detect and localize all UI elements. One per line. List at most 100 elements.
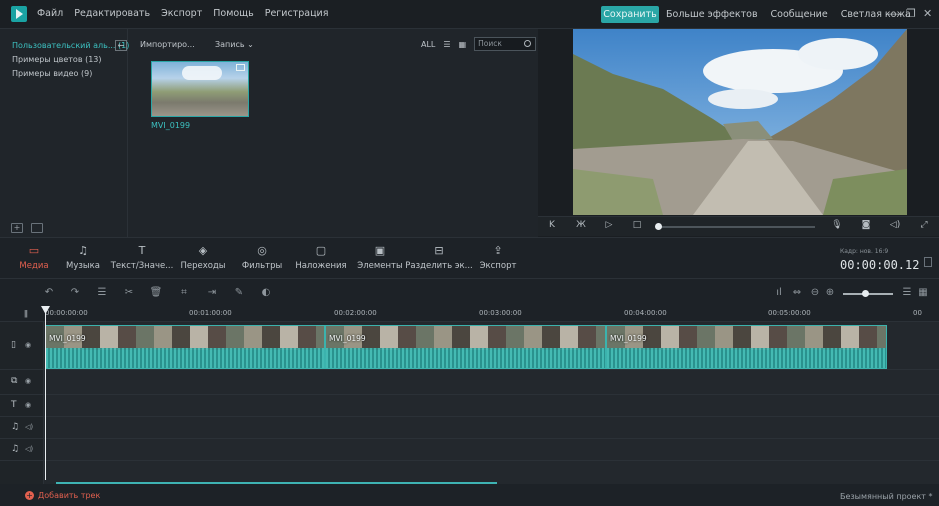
menu-file[interactable]: Файл bbox=[37, 8, 63, 19]
video-camera-icon bbox=[236, 64, 245, 71]
add-track-label: Добавить трек bbox=[38, 491, 101, 500]
add-folder-icon[interactable]: + bbox=[11, 223, 23, 233]
preview-panel: K Ж ▷ □ 🎙 ◙ ◁) ⤢ bbox=[538, 29, 939, 237]
ruler-tick: 00:02:00:00 bbox=[334, 309, 377, 317]
message-link[interactable]: Сообщение bbox=[771, 9, 828, 20]
skip-back-icon[interactable]: K bbox=[545, 220, 559, 230]
audio-mixer-icon[interactable]: ◐ bbox=[259, 287, 273, 298]
timecode-options-icon[interactable] bbox=[924, 257, 932, 267]
microphone-icon[interactable]: 🎙 bbox=[830, 220, 844, 230]
color-picker-icon[interactable]: ✎ bbox=[232, 287, 246, 298]
crop-icon[interactable]: ⌗ bbox=[177, 287, 191, 298]
aspect-ratio-label: Кадр: нов. 16:9 bbox=[840, 248, 889, 255]
eye-icon[interactable]: ◉ bbox=[25, 401, 31, 409]
delete-icon[interactable]: 🗑 bbox=[149, 287, 163, 298]
more-effects-link[interactable]: Больше эффектов bbox=[666, 9, 758, 20]
timeline-toolbar: ↶ ↷ ☰ ✂ 🗑 ⌗ ⇥ ✎ ◐ ıl ⇔ ⊖ ⊕ ☰ ▦ bbox=[0, 280, 939, 306]
minimize-icon[interactable]: — bbox=[888, 8, 899, 20]
fit-timeline-icon[interactable]: ⇔ bbox=[790, 287, 804, 298]
stop-icon[interactable]: □ bbox=[630, 220, 644, 230]
media-thumbnail[interactable] bbox=[151, 61, 249, 117]
playhead[interactable] bbox=[45, 306, 46, 480]
app-logo-icon bbox=[11, 6, 27, 22]
video-editor-window: Файл Редактировать Экспорт Помощь Регист… bbox=[0, 0, 939, 506]
tool-overlays-label: Наложения bbox=[295, 261, 347, 271]
play-icon[interactable]: ▷ bbox=[602, 220, 616, 230]
tool-text[interactable]: T Текст/Значе... bbox=[107, 244, 177, 271]
media-library: Пользовательский аль... (1) ← Примеры цв… bbox=[0, 29, 538, 237]
timeline-scrollbar[interactable] bbox=[56, 482, 497, 484]
tool-filters-label: Фильтры bbox=[241, 261, 283, 271]
eye-icon[interactable]: ◉ bbox=[25, 377, 31, 385]
zoom-slider[interactable] bbox=[843, 290, 893, 297]
save-button[interactable]: Сохранить bbox=[601, 6, 659, 23]
text-icon: T bbox=[138, 244, 146, 257]
folder-icon[interactable] bbox=[31, 223, 43, 233]
zoom-in-icon[interactable]: ⊕ bbox=[823, 287, 837, 298]
speaker-icon[interactable]: ◁) bbox=[25, 423, 33, 431]
image-icon: ▣ bbox=[374, 244, 386, 257]
chevron-down-icon: ⌄ bbox=[247, 40, 254, 49]
scrubber-knob[interactable] bbox=[655, 223, 662, 230]
split-icon[interactable]: ⇥ bbox=[205, 287, 219, 298]
menu-register[interactable]: Регистрация bbox=[265, 8, 329, 19]
volume-icon[interactable]: ◁) bbox=[888, 220, 902, 230]
timeline-clip[interactable]: MVI_0199 bbox=[45, 325, 325, 369]
add-track-button[interactable]: + Добавить трек bbox=[25, 491, 100, 500]
timeline-clip[interactable]: MVI_0199 bbox=[325, 325, 606, 369]
clip-frames bbox=[46, 326, 324, 350]
menu-edit[interactable]: Редактировать bbox=[74, 8, 150, 19]
grid-view-icon[interactable]: ▦ bbox=[916, 287, 930, 298]
video-track-icon: ▯ bbox=[11, 340, 16, 350]
export-icon: ⇪ bbox=[493, 244, 503, 257]
zoom-slider-knob[interactable] bbox=[862, 290, 869, 297]
tool-media-label: Медиа bbox=[19, 261, 49, 271]
timeline-clip[interactable]: MVI_0199 bbox=[606, 325, 887, 369]
media-toolbar: ▭ Медиа ♫ Музыка T Текст/Значе... ◈ Переходы… bbox=[0, 237, 939, 279]
adjust-icon[interactable]: ☰ bbox=[95, 287, 109, 298]
close-icon[interactable]: ✕ bbox=[923, 8, 932, 20]
sidebar-item-user-album[interactable]: Пользовательский аль... (1) bbox=[12, 41, 129, 50]
grid-view-icon[interactable]: ▦ bbox=[459, 40, 467, 49]
library-sidebar: Пользовательский аль... (1) ← Примеры цв… bbox=[0, 29, 129, 237]
text-track-icon: T bbox=[11, 400, 17, 410]
audio-waveform bbox=[46, 348, 324, 368]
skin-link[interactable]: Светлая кожа bbox=[841, 9, 911, 20]
record-label: Запись bbox=[215, 40, 245, 49]
sidebar-item-color-samples[interactable]: Примеры цветов (13) bbox=[12, 55, 102, 64]
music-note-icon: ♫ bbox=[78, 244, 88, 257]
playback-controls: K Ж ▷ □ 🎙 ◙ ◁) ⤢ bbox=[538, 216, 939, 236]
tool-export[interactable]: ⇪ Экспорт bbox=[463, 244, 533, 271]
maximize-icon[interactable]: ❐ bbox=[906, 8, 916, 20]
import-dropdown[interactable]: Импортиро... bbox=[140, 40, 195, 49]
record-dropdown[interactable]: Запись ⌄ bbox=[215, 40, 254, 49]
speaker-icon[interactable]: ◁) bbox=[25, 445, 33, 453]
eye-icon[interactable]: ◉ bbox=[25, 341, 31, 349]
overlay-icon: ▢ bbox=[315, 244, 327, 257]
menu-export[interactable]: Экспорт bbox=[161, 8, 202, 19]
overlay-track-icon: ⧉ bbox=[11, 376, 18, 386]
playback-scrubber[interactable] bbox=[655, 223, 815, 230]
undo-icon[interactable]: ↶ bbox=[42, 287, 56, 298]
cut-icon[interactable]: ✂ bbox=[122, 287, 136, 298]
timeline-ruler[interactable]: ǁ 00:00:00:00 00:01:00:00 00:02:00:00 00… bbox=[0, 306, 939, 322]
clip-frames bbox=[326, 326, 605, 350]
ruler-lock-icon[interactable]: ǁ bbox=[24, 309, 28, 318]
sidebar-item-video-samples[interactable]: Примеры видео (9) bbox=[12, 69, 92, 78]
snapshot-icon[interactable]: ◙ bbox=[859, 220, 873, 230]
search-icon[interactable] bbox=[524, 40, 532, 47]
menu-help[interactable]: Помощь bbox=[213, 8, 253, 19]
tool-transitions-label: Переходы bbox=[180, 261, 226, 271]
audio-levels-icon[interactable]: ıl bbox=[772, 287, 786, 298]
filter-all[interactable]: ALL bbox=[421, 40, 435, 49]
list-view-icon[interactable]: ☰ bbox=[443, 40, 450, 49]
clip-name: MVI_0199 bbox=[610, 334, 647, 343]
list-view-icon[interactable]: ☰ bbox=[900, 287, 914, 298]
step-back-icon[interactable]: Ж bbox=[574, 220, 588, 230]
back-arrow-icon[interactable]: ← bbox=[115, 40, 127, 51]
fullscreen-icon[interactable]: ⤢ bbox=[917, 220, 931, 230]
clip-name: MVI_0199 bbox=[49, 334, 86, 343]
search-input[interactable]: Поиск bbox=[474, 37, 537, 51]
zoom-out-icon[interactable]: ⊖ bbox=[808, 287, 822, 298]
redo-icon[interactable]: ↷ bbox=[68, 287, 82, 298]
